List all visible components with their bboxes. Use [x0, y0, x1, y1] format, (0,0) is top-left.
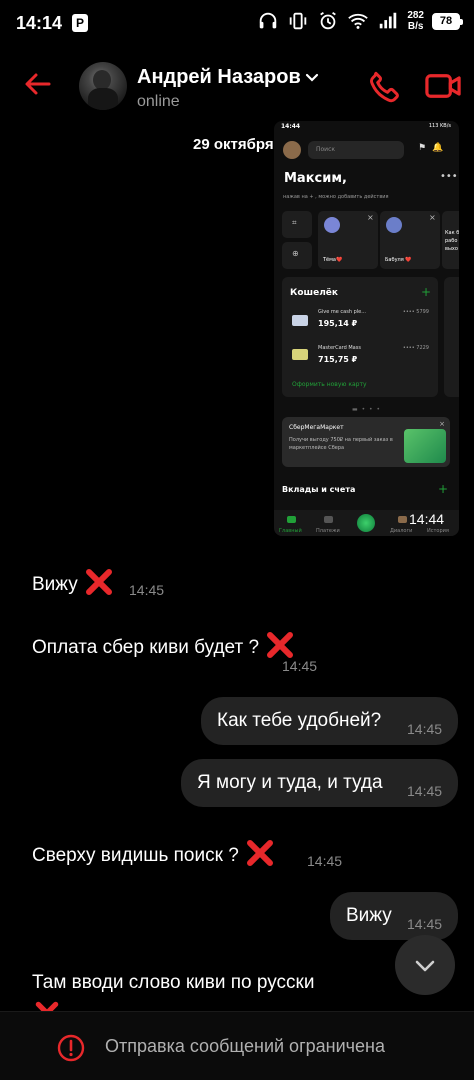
- message-incoming[interactable]: Сверху видишь поиск ?: [32, 838, 275, 868]
- warning-icon: [57, 1034, 85, 1062]
- headphones-icon: [260, 12, 277, 29]
- chevron-down-icon[interactable]: [304, 70, 320, 86]
- image-card-number: •••• 7229: [402, 345, 429, 351]
- status-icons: 282 B/s 78: [257, 10, 463, 32]
- scroll-to-bottom-button[interactable]: [395, 935, 455, 995]
- image-wallet-plus-icon: +: [420, 285, 431, 299]
- image-nav-home-icon: [287, 516, 296, 523]
- image-tile-scan: ⌗: [282, 211, 312, 238]
- image-card-name: MasterCard Mass: [318, 345, 361, 351]
- message-text: Я могу и туда, и туда: [197, 772, 383, 793]
- image-tile-contact-2: Бабуля ❤️ ×: [380, 211, 440, 269]
- date-separator: 29 октября: [193, 136, 274, 153]
- image-promo: СберМегаМаркет Получи выгоду 750₽ на пер…: [282, 417, 450, 467]
- image-nav-payments-icon: [324, 516, 333, 523]
- image-deposits-title: Вклады и счета: [282, 485, 356, 494]
- message-time: 14:45: [407, 916, 443, 932]
- restriction-text: Отправка сообщений ограничена: [105, 1036, 385, 1056]
- message-text: Как тебе удобней?: [217, 710, 382, 731]
- vibrate-icon: [290, 12, 307, 30]
- image-avatar: [283, 141, 301, 159]
- data-rate-value: 282: [407, 10, 424, 21]
- image-side-panel: [444, 277, 459, 397]
- image-promo-title: СберМегаМаркет: [289, 424, 344, 431]
- image-promo-picture: [404, 429, 446, 463]
- image-wallet-link: Оформить новую карту: [292, 381, 367, 388]
- message-text: Там вводи слово киви по русски: [32, 972, 315, 993]
- status-time: 14:14: [16, 13, 63, 33]
- image-tile-label: Как б рабо выхо: [445, 230, 459, 252]
- contact-name[interactable]: Андрей Назаров: [137, 66, 301, 89]
- image-nav-assistant-icon: [357, 514, 375, 532]
- message-time: 14:45: [407, 783, 443, 799]
- image-card-name: Give me cash ple...: [318, 309, 367, 315]
- image-deposits-plus-icon: +: [438, 482, 449, 496]
- image-time: 14:44: [409, 511, 445, 527]
- message-time: 14:45: [407, 721, 443, 737]
- image-tile-contact-1: Тёма❤️ ×: [318, 211, 378, 269]
- image-nav-label: Платежи: [316, 528, 340, 534]
- image-header-icons: ⚑🔔: [418, 143, 450, 153]
- message-incoming[interactable]: Вижу: [32, 567, 114, 597]
- shared-image[interactable]: 14:44 113 KB/s Поиск ⚑🔔 Максим, ••• нажа…: [274, 121, 459, 536]
- image-tile-label: Тёма❤️: [323, 257, 343, 263]
- image-card-number: •••• 5799: [402, 309, 429, 315]
- cross-mark-emoji-icon: [246, 840, 273, 866]
- chevron-down-icon: [415, 960, 435, 972]
- image-nav-label: Диалоги: [390, 528, 413, 534]
- image-search-field: Поиск: [308, 141, 404, 159]
- video-call-icon[interactable]: [424, 68, 462, 104]
- message-text: Сверху видишь поиск ?: [32, 845, 239, 866]
- alarm-icon: [320, 11, 337, 30]
- data-rate: 282 B/s: [407, 10, 424, 32]
- signal-icon: [380, 12, 397, 29]
- image-promo-close-icon: ×: [439, 420, 445, 428]
- image-greeting: Максим,: [284, 171, 347, 186]
- image-nav-label: Главный: [279, 528, 302, 534]
- messaging-restricted-bar: Отправка сообщений ограничена: [0, 1011, 474, 1080]
- image-more-icon: •••: [440, 171, 458, 182]
- image-pager-dots: ▬ • • •: [352, 406, 382, 413]
- image-status-icons: 113 KB/s: [428, 123, 451, 129]
- image-wallet: Кошелёк + Give me cash ple... 195,14 ₽ •…: [282, 277, 438, 397]
- image-card-amount: 195,14 ₽: [318, 319, 358, 328]
- back-arrow-icon[interactable]: [22, 68, 54, 100]
- image-nav-dialogs-icon: [398, 516, 407, 523]
- avatar[interactable]: [79, 62, 127, 110]
- message-incoming[interactable]: Там вводи слово киви по русски: [32, 972, 314, 994]
- message-outgoing[interactable]: Как тебе удобней? 14:45: [201, 697, 458, 745]
- message-outgoing[interactable]: Вижу 14:45: [330, 892, 458, 940]
- phone-call-icon[interactable]: [366, 68, 402, 104]
- contact-status: online: [137, 93, 180, 110]
- wifi-icon: [348, 13, 369, 29]
- image-card-amount: 715,75 ₽: [318, 355, 358, 364]
- message-text: Оплата сбер киви будет ?: [32, 637, 260, 658]
- notification-p-icon: P: [72, 14, 88, 32]
- image-card-icon: [292, 349, 308, 360]
- image-promo-text: Получи выгоду 750₽ на первый заказ в мар…: [289, 437, 393, 451]
- image-tile-label: Бабуля ❤️: [385, 257, 412, 263]
- message-time: 14:45: [129, 582, 165, 598]
- status-bar: 14:14 P 282 B/s 78: [0, 0, 474, 48]
- battery-icon: 78: [432, 12, 463, 30]
- image-hint: нажав на + , можно добавить действия: [283, 194, 389, 200]
- image-wallet-title: Кошелёк: [290, 288, 339, 298]
- message-time: 14:45: [282, 658, 318, 674]
- cross-mark-emoji-icon: [85, 569, 112, 595]
- image-status-time: 14:44: [281, 123, 301, 130]
- image-tile-partial: Как б рабо выхо: [442, 211, 459, 269]
- image-tile-add: ⊕: [282, 242, 312, 269]
- message-time: 14:45: [307, 853, 343, 869]
- cross-mark-emoji-icon: [267, 632, 294, 658]
- data-rate-unit: B/s: [407, 21, 424, 32]
- message-outgoing[interactable]: Я могу и туда, и туда 14:45: [181, 759, 458, 807]
- message-text: Вижу: [32, 574, 78, 595]
- image-card-icon: [292, 315, 308, 326]
- message-text: Вижу: [346, 905, 392, 926]
- message-incoming[interactable]: Оплата сбер киви будет ?: [32, 630, 295, 660]
- chat-header: Андрей Назаров online: [0, 48, 474, 128]
- image-nav-label: История: [427, 528, 449, 534]
